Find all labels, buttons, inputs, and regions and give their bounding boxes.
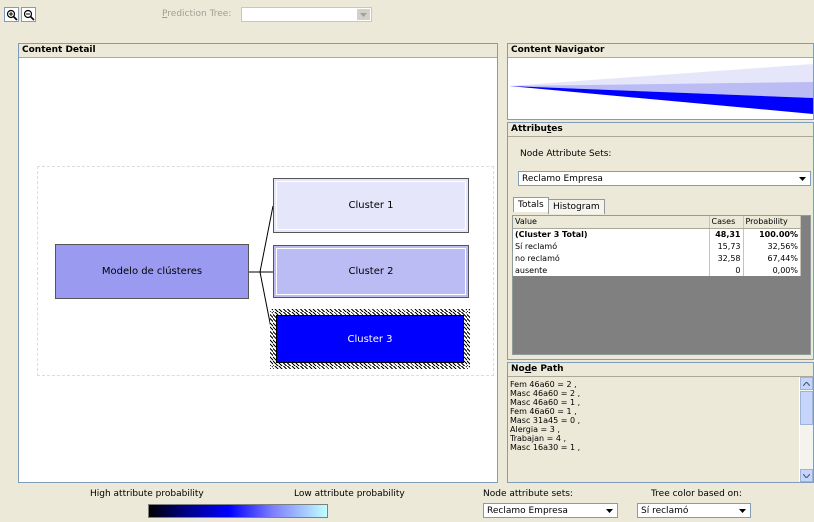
prediction-tree-label: Prediction Tree: [162,9,232,19]
tab-totals[interactable]: Totals [513,197,549,212]
chevron-down-icon [602,505,616,516]
row-probability: 32,56% [743,240,801,252]
node-path-line: Masc 46a60 = 2 , [510,389,581,398]
content-navigator-title: Content Navigator [508,44,813,58]
table-row: no reclamó 32,58 67,44% [513,252,801,264]
navigator-thumbnail[interactable] [509,64,813,118]
node-path-content: Fem 46a60 = 2 , Masc 46a60 = 2 , Masc 46… [508,377,799,482]
node-path-title: Node Path [508,363,813,377]
row-cases: 32,58 [709,252,744,264]
attributes-title: Attributes [508,123,813,137]
cluster-3-node[interactable]: Cluster 3 [270,309,470,369]
low-probability-label: Low attribute probability [294,489,405,499]
tree-color-value: Sí reclamó [641,505,689,516]
node-path-line: Alergia = 3 , [510,425,560,434]
footer-attribute-set-value: Reclamo Empresa [487,505,568,516]
row-value: ausente [513,264,710,276]
zoom-out-icon [23,9,35,21]
chevron-down-icon [803,473,810,478]
row-value: Sí reclamó [513,240,710,252]
row-probability: 67,44% [743,252,801,264]
node-path-line: Masc 31a45 = 0 , [510,416,581,425]
row-cases: 15,73 [709,240,744,252]
chevron-down-icon [735,505,749,516]
attribute-set-dropdown[interactable]: Reclamo Empresa [518,171,811,186]
zoom-in-icon [6,9,18,21]
totals-table-container: Value Cases Probability (Cluster 3 Total… [512,215,811,355]
cluster-2-node[interactable]: Cluster 2 [273,245,469,298]
prediction-tree-dropdown[interactable] [241,7,372,22]
node-path-line: Trabajan = 4 , [510,434,567,443]
probability-gradient-bar [148,504,328,518]
content-navigator-panel: Content Navigator [507,43,814,120]
node-path-panel: Node Path Fem 46a60 = 2 , Masc 46a60 = 2… [507,362,814,483]
column-header-cases: Cases [709,216,744,229]
column-header-probability: Probability [743,216,801,229]
table-row: ausente 0 0,00% [513,264,801,276]
chevron-down-icon [795,173,809,184]
tree-color-dropdown[interactable]: Sí reclamó [637,503,751,518]
node-path-line: Masc 46a60 = 1 , [510,398,581,407]
chevron-down-icon [356,9,370,20]
scroll-down-button[interactable] [800,469,813,482]
root-node-label: Modelo de clústeres [101,266,203,277]
attributes-panel: Attributes Node Attribute Sets: Reclamo … [507,122,814,360]
footer-node-attribute-sets-label: Node attribute sets: [483,489,573,499]
table-row: Sí reclamó 15,73 32,56% [513,240,801,252]
chevron-up-icon [803,381,810,386]
zoom-out-button[interactable] [21,7,36,22]
attribute-set-value: Reclamo Empresa [522,173,603,184]
high-probability-label: High attribute probability [90,489,204,499]
footer-attribute-set-dropdown[interactable]: Reclamo Empresa [483,503,618,518]
row-value: (Cluster 3 Total) [513,228,710,240]
column-header-value: Value [513,216,710,229]
zoom-in-button[interactable] [4,7,19,22]
vertical-splitter[interactable] [499,43,506,483]
scroll-thumb[interactable] [800,391,813,425]
table-row: (Cluster 3 Total) 48,31 100.00% [513,228,801,240]
content-detail-panel: Content Detail Modelo de clústeres Clust… [18,43,498,483]
row-value: no reclamó [513,252,710,264]
tree-color-label: Tree color based on: [651,489,742,499]
table-header-row: Value Cases Probability [513,216,801,229]
row-cases: 48,31 [709,228,744,240]
cluster-3-label: Cluster 3 [347,333,393,345]
root-node[interactable]: Modelo de clústeres [55,244,249,299]
totals-table: Value Cases Probability (Cluster 3 Total… [513,216,801,276]
scroll-up-button[interactable] [800,377,813,390]
cluster-1-node[interactable]: Cluster 1 [273,178,469,233]
row-cases: 0 [709,264,744,276]
tab-histogram[interactable]: Histogram [548,199,605,214]
node-path-line: Fem 46a60 = 2 , [510,380,577,389]
node-attribute-sets-label: Node Attribute Sets: [520,149,612,159]
node-path-line: Fem 46a60 = 1 , [510,407,577,416]
node-path-scrollbar[interactable] [800,377,813,482]
cluster-2-label: Cluster 2 [348,266,394,277]
cluster-1-label: Cluster 1 [348,200,394,211]
row-probability: 100.00% [743,228,801,240]
node-path-line: Masc 16a30 = 1 , [510,443,581,452]
row-probability: 0,00% [743,264,801,276]
